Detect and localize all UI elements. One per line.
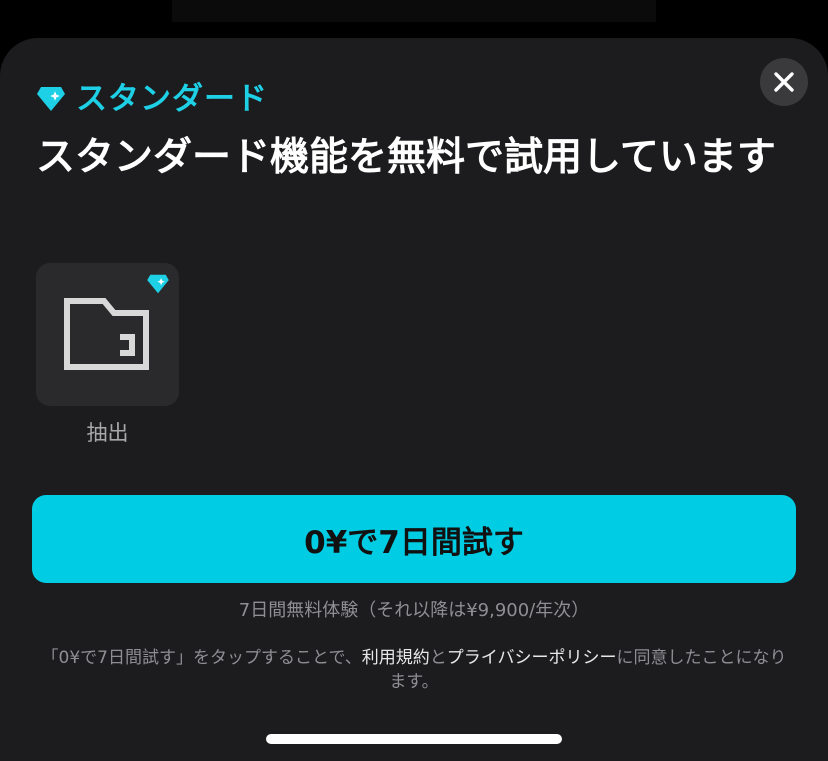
privacy-policy-link[interactable]: プライバシーポリシー	[447, 648, 617, 668]
feature-label: 抽出	[86, 421, 129, 445]
close-icon	[774, 72, 794, 92]
home-indicator[interactable]	[266, 734, 562, 744]
diamond-icon	[37, 87, 65, 111]
status-bar-area	[172, 0, 656, 22]
plan-header: スタンダード	[36, 80, 268, 118]
plan-name: スタンダード	[76, 81, 268, 117]
close-button[interactable]	[760, 58, 808, 106]
terms-of-service-link[interactable]: 利用規約	[362, 648, 430, 668]
terms-conjunction: と	[429, 648, 447, 668]
folder-icon	[64, 298, 149, 370]
page-title: スタンダード機能を無料で試用しています	[36, 135, 776, 180]
feature-card-extract[interactable]	[36, 263, 179, 406]
trial-pricing-note: 7日間無料体験（それ以降は¥9,900/年次）	[238, 600, 590, 621]
terms-notice: 「0¥で7日間試す」をタップすることで、利用規約とプライバシーポリシーに同意した…	[36, 646, 792, 694]
start-trial-button[interactable]: 0¥で7日間試す	[32, 495, 796, 583]
terms-prefix: 「0¥で7日間試す」をタップすることで、	[41, 648, 362, 668]
diamond-icon	[147, 274, 169, 294]
